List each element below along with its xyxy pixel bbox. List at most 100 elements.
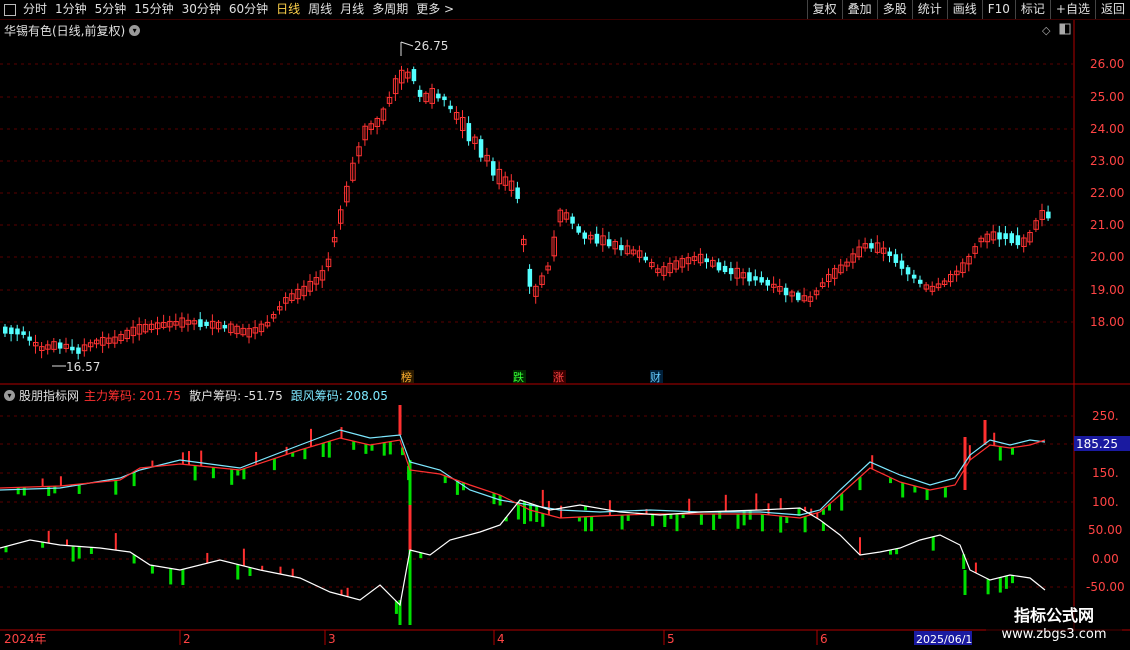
candle-body [606, 239, 612, 247]
candle-body [478, 139, 484, 158]
candle-body [51, 341, 57, 350]
candle-body [911, 274, 917, 279]
candle-body [716, 262, 722, 271]
adjust-button[interactable]: 复权 [806, 0, 842, 19]
candle-body [990, 231, 997, 241]
period-tab-more[interactable]: 更多 > [412, 0, 458, 19]
candle-body [582, 232, 587, 239]
f10-button[interactable]: F10 [981, 0, 1015, 19]
retail-chip-value: -51.75 [244, 388, 283, 403]
candle-body [691, 256, 698, 261]
period-tab-monthly[interactable]: 月线 [336, 0, 368, 19]
candle-body [94, 339, 100, 345]
candle-body [246, 328, 252, 338]
retail-chip-line [0, 499, 1046, 607]
candle-body [594, 233, 600, 244]
candle-body [350, 162, 356, 181]
candle-body [697, 253, 704, 264]
candle-body [636, 250, 643, 258]
date-label: 4 [497, 632, 505, 646]
candle-body [929, 285, 936, 292]
draw-button[interactable]: 画线 [946, 0, 982, 19]
candle-body [759, 277, 764, 283]
period-tab-multi[interactable]: 多周期 [368, 0, 412, 19]
multi-stock-button[interactable]: 多股 [876, 0, 912, 19]
candle-body [33, 341, 39, 347]
date-label: 2024年 [4, 632, 47, 646]
date-axis: 2024年 2 3 4 5 6 2025/06/1 [4, 630, 972, 646]
candle-body [81, 344, 88, 352]
candle-body [796, 292, 801, 301]
candle-body [496, 168, 503, 185]
candle-body [826, 274, 832, 283]
main-chip-value: 201.75 [139, 388, 182, 403]
candle-body [295, 288, 301, 300]
overlay-button[interactable]: 叠加 [841, 0, 877, 19]
candle-body [3, 326, 8, 334]
candle-body [270, 314, 277, 319]
candle-body [844, 261, 850, 267]
candle-body [673, 260, 679, 270]
indicator-axis: 250. 200. 150. 100. 50.00 0.00 -50.00 18… [1074, 409, 1130, 594]
candle-body [502, 176, 509, 186]
candle-body [918, 279, 923, 284]
candle-body [771, 283, 777, 288]
period-tab-1min[interactable]: 1分钟 [51, 0, 91, 19]
high-annotation: 26.75 [400, 39, 448, 56]
stats-button[interactable]: 统计 [911, 0, 947, 19]
candle-body [557, 209, 564, 223]
candle-body [331, 237, 338, 243]
diamond-icon[interactable]: ◇ [1042, 24, 1051, 37]
candle-body [301, 285, 307, 297]
indicator-tick-label: -50.00 [1086, 580, 1125, 594]
main-chip-label: 主力筹码: [84, 389, 137, 403]
price-tick-label: 26.00 [1090, 57, 1124, 71]
period-tab-60min[interactable]: 60分钟 [225, 0, 272, 19]
candle-body [600, 235, 606, 246]
candle-body [167, 320, 173, 328]
candle-body [466, 123, 472, 142]
indicator-name: 股朋指标网 [19, 389, 80, 403]
candle-body [905, 267, 911, 275]
period-tab-15min[interactable]: 15分钟 [130, 0, 177, 19]
period-tab-5min[interactable]: 5分钟 [91, 0, 131, 19]
mark-button[interactable]: 标记 [1014, 0, 1050, 19]
panel-toggle-icon[interactable] [1059, 23, 1071, 35]
candle-body [362, 125, 368, 141]
date-label: 5 [667, 632, 675, 646]
candle-body [874, 242, 881, 253]
candle-body [887, 251, 892, 256]
candle-body [380, 108, 387, 121]
candle-body [649, 262, 655, 268]
candle-body [234, 325, 240, 335]
candle-body [667, 262, 673, 274]
period-tab-daily[interactable]: 日线 [272, 0, 304, 19]
candle-body [570, 216, 575, 224]
period-tab-timeshare[interactable]: 分时 [19, 0, 51, 19]
candle-body [624, 245, 631, 255]
candle-body [954, 270, 960, 276]
menu-icon[interactable] [4, 3, 16, 16]
candle-body [588, 234, 594, 240]
period-tab-30min[interactable]: 30分钟 [178, 0, 225, 19]
candle-body [252, 327, 259, 334]
candle-body [923, 284, 930, 290]
candle-body [491, 161, 496, 176]
candle-body [704, 258, 709, 263]
add-watchlist-button[interactable]: +自选 [1049, 0, 1095, 19]
event-marker-limit-up: 涨 [553, 371, 564, 384]
chevron-down-icon[interactable]: ▾ [129, 25, 141, 36]
price-tick-label: 18.00 [1090, 315, 1124, 329]
period-tab-weekly[interactable]: 周线 [304, 0, 336, 19]
candle-body [661, 266, 667, 276]
chevron-down-icon[interactable]: ▾ [4, 390, 15, 401]
high-price-label: 26.75 [414, 39, 448, 53]
price-tick-label: 24.00 [1090, 122, 1124, 136]
indicator-tick-label: 150. [1092, 466, 1119, 480]
candle-body [289, 293, 295, 301]
date-label: 2 [183, 632, 191, 646]
candle-body [728, 268, 734, 275]
current-value-tag-bg [1074, 436, 1130, 451]
indicator-tick-label: 0.00 [1092, 552, 1119, 566]
back-button[interactable]: 返回 [1094, 0, 1130, 19]
